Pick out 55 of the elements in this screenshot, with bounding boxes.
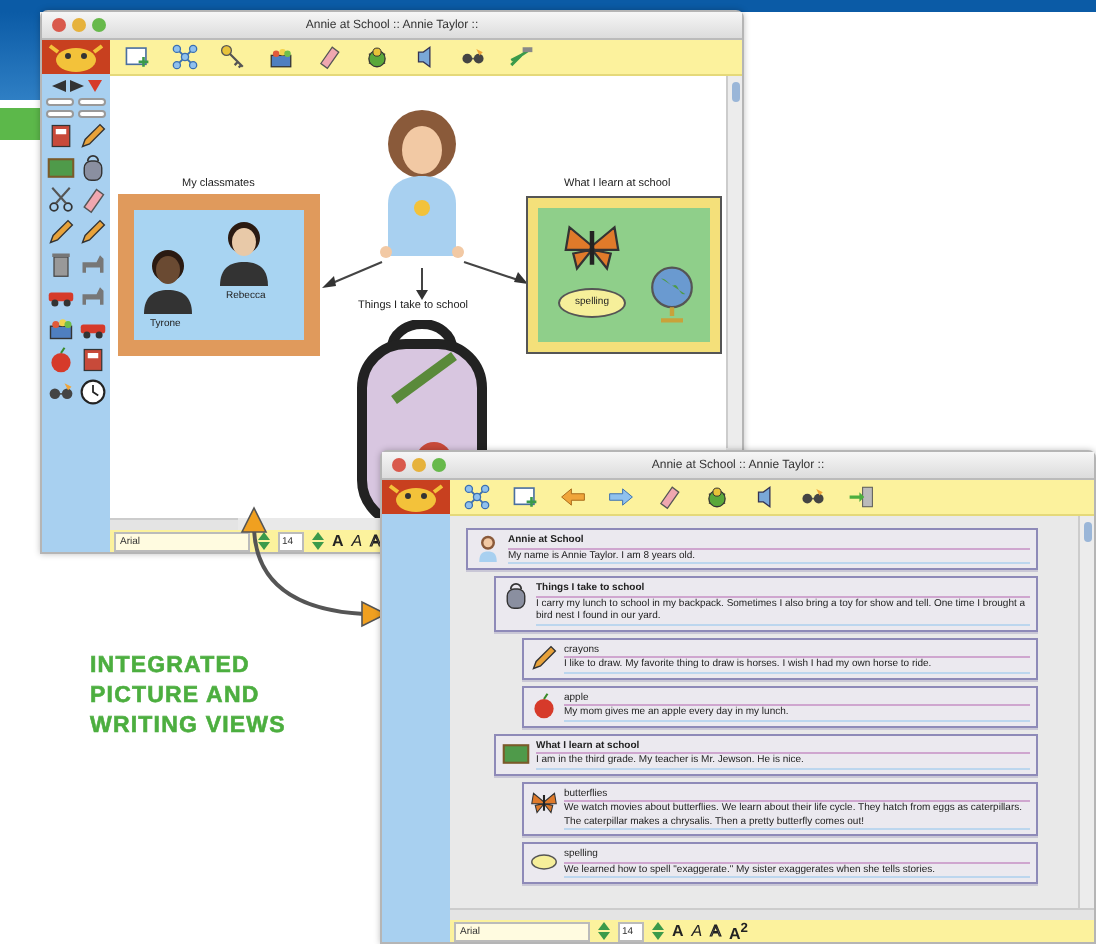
arrow xyxy=(463,261,528,284)
picture-icon[interactable] xyxy=(510,484,540,510)
italic-button[interactable]: A xyxy=(691,922,703,940)
door-icon[interactable] xyxy=(846,484,876,510)
bug-icon[interactable] xyxy=(702,484,732,510)
spinner-button[interactable] xyxy=(652,922,664,940)
outline-button[interactable]: A xyxy=(370,532,381,550)
side-stripe xyxy=(0,108,40,140)
board-icon[interactable] xyxy=(45,154,75,182)
pencil-icon xyxy=(530,643,558,671)
scissors-icon[interactable] xyxy=(45,186,75,214)
caption-line: WRITING VIEWS xyxy=(90,712,286,740)
oval-icon xyxy=(530,848,558,876)
butterfly-icon xyxy=(530,787,558,815)
arrow xyxy=(416,267,428,300)
caption-line: INTEGRATED xyxy=(90,652,252,680)
bold-button[interactable]: A xyxy=(672,922,684,940)
horizontal-scrollbar xyxy=(110,518,238,530)
person-drawing xyxy=(142,246,194,314)
side-stripe xyxy=(0,12,40,100)
italic-button[interactable]: A xyxy=(351,532,363,550)
key-icon[interactable] xyxy=(218,44,248,70)
picture-icon[interactable] xyxy=(122,44,152,70)
pencil-icon[interactable] xyxy=(77,218,107,246)
pencil-icon[interactable] xyxy=(77,122,107,150)
close-button[interactable] xyxy=(52,18,66,32)
pencil-icon[interactable] xyxy=(45,218,75,246)
right-arrow-icon[interactable] xyxy=(69,80,83,92)
superscript-button[interactable]: A$^{2}$ xyxy=(728,919,748,943)
cartoon-logo[interactable] xyxy=(382,480,450,514)
apple-icon xyxy=(530,691,558,719)
globe-drawing xyxy=(650,264,694,324)
eraser-icon[interactable] xyxy=(654,484,684,510)
spinner-button[interactable] xyxy=(598,922,610,940)
caption-line: PICTURE AND xyxy=(90,682,262,710)
spinner-button[interactable] xyxy=(312,532,324,550)
bold-button[interactable]: A xyxy=(332,532,344,550)
figure-icon xyxy=(474,534,502,562)
right-arrow-icon[interactable] xyxy=(606,484,636,510)
close-button[interactable] xyxy=(392,458,406,472)
network-icon[interactable] xyxy=(170,44,200,70)
basket-icon[interactable] xyxy=(45,314,75,342)
cartoon-logo[interactable] xyxy=(42,40,110,74)
left-arrow-icon[interactable] xyxy=(51,80,65,92)
spinner-button[interactable] xyxy=(258,532,270,550)
eraser-icon[interactable] xyxy=(314,44,344,70)
network-icon[interactable] xyxy=(462,484,492,510)
basket-icon[interactable] xyxy=(266,44,296,70)
outline-button[interactable]: A xyxy=(710,922,721,940)
arrow xyxy=(322,261,383,288)
clock-icon[interactable] xyxy=(77,378,107,406)
bug-icon[interactable] xyxy=(362,44,392,70)
backpack-icon xyxy=(502,582,530,610)
person-drawing xyxy=(218,218,270,286)
board-icon xyxy=(502,739,530,767)
